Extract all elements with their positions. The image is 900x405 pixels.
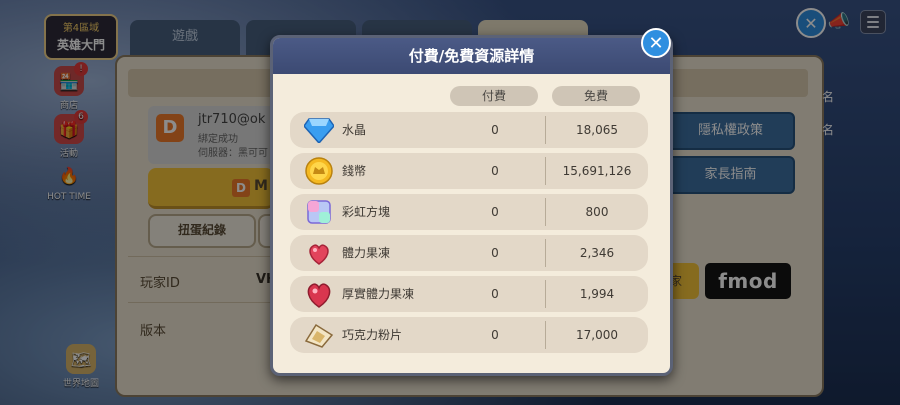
resource-paid: 0 xyxy=(491,164,499,178)
divider xyxy=(545,116,546,144)
resource-free: 17,000 xyxy=(576,328,618,342)
resource-detail-modal: 付費/免費資源詳情 付費 免費 水晶 0 18,065 錢幣 0 15,691,… xyxy=(270,35,673,376)
resource-free: 15,691,126 xyxy=(562,164,632,178)
divider xyxy=(545,280,546,308)
resource-name: 厚實體力果凍 xyxy=(342,287,415,301)
resource-paid: 0 xyxy=(491,205,499,219)
divider xyxy=(545,198,546,226)
resource-name: 水晶 xyxy=(342,123,367,137)
resource-free: 18,065 xyxy=(576,123,618,137)
resource-row: 體力果凍 0 2,346 xyxy=(290,235,648,271)
resource-free: 800 xyxy=(585,205,609,219)
resource-free: 1,994 xyxy=(579,287,615,301)
modal-title: 付費/免費資源詳情 xyxy=(273,38,670,74)
divider xyxy=(545,157,546,185)
col-free-header: 免費 xyxy=(552,86,640,106)
stamina-jelly-icon xyxy=(304,238,334,268)
resource-row: 錢幣 0 15,691,126 xyxy=(290,153,648,189)
resource-paid: 0 xyxy=(491,328,499,342)
resource-row: 彩虹方塊 0 800 xyxy=(290,194,648,230)
resource-row: 巧克力粉片 0 17,000 xyxy=(290,317,648,353)
modal-close-button[interactable]: ✕ xyxy=(641,28,671,58)
resource-name: 彩虹方塊 xyxy=(342,205,391,219)
crystal-icon xyxy=(304,115,334,145)
col-paid-header: 付費 xyxy=(450,86,538,106)
resource-row: 厚實體力果凍 0 1,994 xyxy=(290,276,648,312)
resource-name: 體力果凍 xyxy=(342,246,391,260)
coin-icon xyxy=(304,156,334,186)
chocolate-shard-icon xyxy=(304,320,334,350)
divider xyxy=(545,239,546,267)
resource-name: 巧克力粉片 xyxy=(342,328,403,342)
divider xyxy=(545,321,546,349)
thick-stamina-jelly-icon xyxy=(304,279,334,309)
resource-paid: 0 xyxy=(491,123,499,137)
resource-paid: 0 xyxy=(491,287,499,301)
resource-name: 錢幣 xyxy=(342,164,367,178)
resource-free: 2,346 xyxy=(579,246,615,260)
rainbow-cube-icon xyxy=(304,197,334,227)
resource-row: 水晶 0 18,065 xyxy=(290,112,648,148)
resource-paid: 0 xyxy=(491,246,499,260)
